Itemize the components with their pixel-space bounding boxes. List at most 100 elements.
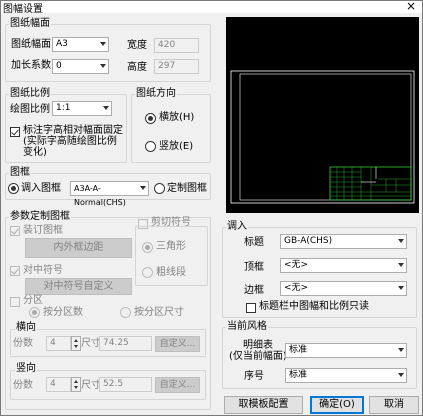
- zone-checkbox[interactable]: [10, 297, 20, 307]
- inner-outer-margin-button[interactable]: 内外框边距: [25, 238, 132, 258]
- h-size-field[interactable]: 74.25: [99, 336, 152, 351]
- chevron-down-icon: [100, 64, 106, 68]
- load-template-button[interactable]: 取模板配置: [224, 396, 303, 414]
- chevron-down-icon: [398, 239, 404, 243]
- ok-button[interactable]: 确定(O): [310, 396, 364, 414]
- vertical-group-title: 竖向: [15, 363, 37, 375]
- fixed-text-label: 标注字高相对幅面固定(实际字高随绘图比例变化): [23, 125, 123, 158]
- load-group-title: 调入: [226, 221, 248, 233]
- horizontal-group-title: 横向: [15, 322, 37, 334]
- param-frame-group-title: 参数定制图框: [9, 211, 71, 223]
- fixed-text-checkbox[interactable]: [10, 127, 20, 137]
- paper-size-group-title: 图纸幅面: [9, 18, 51, 30]
- binding-frame-label: 装订图框: [23, 225, 63, 236]
- paper-size-select[interactable]: A3: [52, 37, 109, 52]
- window-title: 图幅设置: [3, 4, 43, 15]
- portrait-radio[interactable]: [145, 141, 156, 152]
- chevron-down-icon: [398, 286, 404, 290]
- h-count-value: 4: [50, 338, 56, 348]
- check-icon: [11, 127, 19, 136]
- close-icon[interactable]: ×: [404, 0, 418, 13]
- h-custom-label: 自定义...: [159, 339, 196, 349]
- v-custom-label: 自定义...: [159, 380, 196, 390]
- binding-frame-checkbox[interactable]: [10, 226, 20, 236]
- height-field[interactable]: 297: [154, 59, 199, 74]
- h-size-value: 74.25: [103, 338, 129, 348]
- by-count-label: 按分区数: [43, 307, 83, 318]
- drawing-preview: [226, 17, 419, 213]
- load-frame-radio[interactable]: [8, 183, 19, 194]
- title-block-label: 标题: [244, 237, 264, 248]
- ok-label: 确定(O): [319, 399, 355, 410]
- triangle-radio[interactable]: [142, 242, 153, 253]
- spin-down-icon: [74, 345, 78, 348]
- spin-up-icon: [74, 380, 78, 383]
- v-count-spinner[interactable]: [71, 377, 81, 392]
- frame-group-title: 图框: [9, 167, 31, 179]
- cancel-button[interactable]: 取消: [369, 396, 419, 414]
- preview-white-marks: [361, 167, 377, 183]
- check-icon: [11, 226, 19, 235]
- width-field[interactable]: 420: [154, 38, 199, 53]
- v-size-value: 52.5: [103, 379, 124, 389]
- custom-frame-radio[interactable]: [154, 183, 165, 194]
- extend-value: 0: [56, 61, 62, 71]
- title-bar[interactable]: 图幅设置 ×: [1, 0, 422, 15]
- chevron-down-icon: [103, 106, 109, 110]
- radio-dot-icon: [145, 245, 150, 250]
- h-count-field[interactable]: 4: [46, 336, 71, 351]
- load-frame-label: 调入图框: [21, 183, 61, 194]
- height-label: 高度: [127, 62, 147, 73]
- load-frame-select[interactable]: A3A-A-Normal(CHS): [70, 181, 149, 207]
- spin-down-icon: [74, 386, 78, 389]
- thick-line-label: 粗线段: [156, 267, 186, 278]
- chevron-down-icon: [100, 42, 106, 46]
- width-label: 宽度: [127, 40, 147, 51]
- dialog-window: 图幅设置 × 图纸幅面 图纸幅面 A3 宽度 420 加长系数 0 高度 297…: [0, 0, 423, 416]
- scale-group-title: 图纸比例: [9, 88, 51, 100]
- ratio-value: 1:1: [56, 103, 71, 113]
- serial-label: 序号: [244, 371, 264, 382]
- landscape-radio[interactable]: [145, 113, 156, 124]
- top-frame-select[interactable]: <无>: [280, 258, 407, 273]
- inner-outer-margin-label: 内外框边距: [53, 242, 104, 253]
- serial-select[interactable]: 标准: [285, 368, 407, 383]
- h-count-label: 份数: [13, 338, 33, 349]
- height-value: 297: [158, 61, 176, 71]
- title-block-select[interactable]: GB-A(CHS): [280, 234, 407, 249]
- center-mark-checkbox[interactable]: [10, 266, 20, 276]
- title-scale-readonly-checkbox[interactable]: [246, 303, 256, 313]
- paper-size-label: 图纸幅面: [11, 39, 51, 50]
- spin-up-icon: [74, 339, 78, 342]
- orientation-group-title: 图纸方向: [135, 88, 177, 100]
- extend-select[interactable]: 0: [52, 59, 109, 74]
- chevron-down-icon: [398, 373, 404, 377]
- v-count-value: 4: [50, 379, 56, 389]
- chevron-down-icon: [140, 186, 146, 190]
- cancel-label: 取消: [384, 399, 404, 410]
- v-size-field[interactable]: 52.5: [99, 377, 152, 392]
- v-count-field[interactable]: 4: [46, 377, 71, 392]
- radio-dot-icon: [148, 116, 153, 121]
- by-size-radio[interactable]: [120, 307, 131, 318]
- by-count-radio[interactable]: [29, 307, 40, 318]
- chevron-down-icon: [398, 263, 404, 267]
- load-frame-value: A3A-A-Normal(CHS): [74, 184, 126, 207]
- v-custom-button[interactable]: 自定义...: [155, 377, 200, 393]
- style-group-title: 当前风格: [226, 321, 268, 333]
- ratio-select[interactable]: 1:1: [52, 101, 112, 116]
- by-size-label: 按分区尺寸: [134, 307, 184, 318]
- check-icon: [11, 266, 19, 275]
- side-frame-label: 边框: [244, 285, 264, 296]
- v-count-label: 份数: [13, 380, 33, 391]
- extend-label: 加长系数: [11, 60, 51, 71]
- h-count-spinner[interactable]: [71, 336, 81, 351]
- thick-line-radio[interactable]: [142, 267, 153, 278]
- preview-inner-frame: [239, 73, 412, 201]
- center-mark-custom-button[interactable]: 对中符号自定义: [25, 278, 132, 295]
- triangle-label: 三角形: [156, 241, 186, 252]
- h-custom-button[interactable]: 自定义...: [155, 336, 200, 352]
- detail-table-select[interactable]: 标准: [285, 343, 407, 358]
- top-frame-value: <无>: [284, 260, 309, 270]
- side-frame-select[interactable]: <无>: [280, 281, 407, 296]
